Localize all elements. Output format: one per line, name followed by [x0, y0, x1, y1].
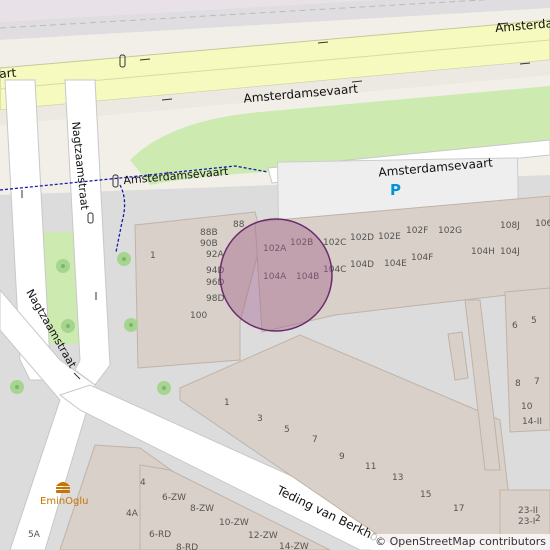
house-number: 90B	[200, 239, 218, 249]
house-number: 102E	[378, 232, 401, 242]
house-number: 17	[453, 504, 464, 514]
tree-icon	[15, 385, 19, 389]
house-number: 104H	[471, 247, 495, 257]
house-number: 9	[339, 452, 345, 462]
house-number: 6-RD	[149, 530, 171, 540]
map-layer: Amsterdamsevaart Amsterdamsevaart aart A…	[0, 0, 550, 550]
house-number: 15	[420, 490, 431, 500]
house-number: 102D	[350, 233, 374, 243]
house-number: 104F	[411, 253, 433, 263]
house-number: 13	[392, 473, 403, 483]
house-number: 14-II	[522, 417, 542, 427]
house-number: 23-I	[518, 517, 535, 527]
tree-icon	[162, 386, 166, 390]
selection-circle	[219, 218, 333, 332]
house-number: 10-ZW	[219, 518, 249, 528]
tree-icon	[66, 324, 70, 328]
house-number: 104D	[350, 260, 374, 270]
house-number: 4A	[126, 509, 139, 519]
house-number: 98D	[206, 294, 224, 304]
house-number: 8-RD	[176, 543, 198, 550]
house-number: 1	[224, 398, 230, 408]
house-number: 12-ZW	[248, 531, 278, 541]
house-number: 104E	[384, 259, 407, 269]
house-number: 4	[140, 478, 146, 488]
house-number: 6	[512, 321, 518, 331]
attribution[interactable]: © OpenStreetMap contributors	[371, 534, 550, 550]
street-label-amsterdamsevaart-left: aart	[0, 66, 17, 82]
house-number: 5A	[28, 530, 41, 540]
tree-icon	[61, 264, 65, 268]
house-number: 7	[312, 435, 318, 445]
house-number: 1	[150, 251, 156, 261]
house-number: 88	[233, 220, 245, 230]
house-number: 14-ZW	[279, 542, 309, 550]
house-number: 6-ZW	[162, 493, 186, 503]
house-number: 8-ZW	[190, 504, 214, 514]
house-number: 10	[521, 402, 533, 412]
house-number: 92A	[206, 250, 224, 260]
house-number: 102F	[406, 226, 428, 236]
map-canvas[interactable]: Amsterdamsevaart Amsterdamsevaart aart A…	[0, 0, 550, 550]
house-number: 100	[190, 311, 207, 321]
house-number: 8	[515, 379, 521, 389]
house-number: 102G	[438, 226, 462, 236]
parking-icon: P	[390, 181, 401, 199]
house-number: 5	[284, 425, 290, 435]
house-number: 2	[535, 514, 541, 524]
house-number: 102C	[323, 238, 346, 248]
house-number: 3	[257, 414, 263, 424]
house-number: 88B	[200, 228, 218, 238]
house-number: 108J	[500, 221, 520, 231]
house-number: 106	[535, 219, 550, 229]
poi-label: EminOglu	[40, 496, 89, 507]
house-number: 104J	[500, 247, 520, 257]
tree-icon	[122, 257, 126, 261]
house-number: 7	[534, 377, 540, 387]
house-number: 5	[531, 316, 537, 326]
tree-icon	[129, 323, 133, 327]
house-number: 11	[365, 462, 376, 472]
